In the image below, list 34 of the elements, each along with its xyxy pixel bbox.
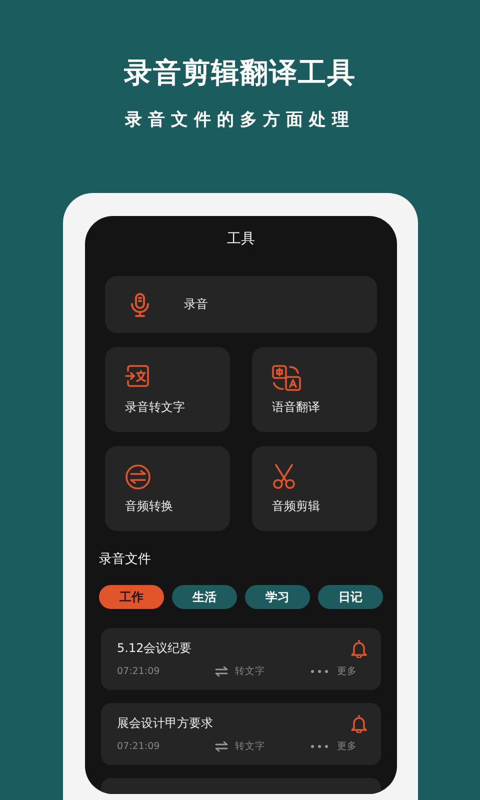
file-duration: 07:21:09 (117, 741, 161, 752)
translate-icon (272, 365, 302, 391)
section-title: 录音文件 (99, 551, 151, 569)
tool-card[interactable]: 语音翻译 (252, 347, 377, 432)
tool-card[interactable]: 录音 (105, 276, 377, 333)
tool-card[interactable]: 录音转文字 (105, 347, 230, 432)
file-duration: 07:21:09 (117, 666, 161, 677)
tool-card[interactable]: 音频剪辑 (252, 446, 377, 531)
more-dots-icon (311, 745, 328, 748)
file-title: 5.12会议纪要 (117, 640, 193, 657)
category-tab[interactable]: 生活 (172, 585, 237, 609)
transcribe-link[interactable]: 转文字 (235, 665, 265, 678)
swap-icon (215, 741, 228, 752)
screen-title: 工具 (227, 230, 255, 249)
swap-circle-icon (125, 464, 151, 490)
file-title: 展会设计甲方要求 (117, 715, 214, 732)
bell-icon[interactable] (351, 639, 367, 658)
category-tab[interactable]: 工作 (99, 585, 164, 609)
transcribe-link[interactable]: 转文字 (235, 740, 265, 753)
scissors-icon (272, 464, 296, 490)
more-link[interactable]: 更多 (337, 665, 357, 678)
more-dots-icon (311, 670, 328, 673)
promo-subtitle: 录音文件的多方面处理 (124, 109, 356, 131)
swap-icon (215, 666, 228, 677)
tool-card[interactable]: 音频转换 (105, 446, 230, 531)
promo-title: 录音剪辑翻译工具 (122, 55, 357, 91)
file-card[interactable]: 5.12会议纪要 07:21:09 转文字 更多 (101, 628, 381, 690)
file-card[interactable]: 展会设计甲方要求 07:21:09 转文字 更多 (101, 703, 381, 765)
bell-icon[interactable] (351, 714, 367, 733)
category-tab[interactable]: 学习 (245, 585, 310, 609)
category-tab[interactable]: 日记 (318, 585, 383, 609)
more-link[interactable]: 更多 (337, 740, 357, 753)
text-conversion-icon (125, 365, 149, 387)
microphone-icon (130, 292, 150, 316)
